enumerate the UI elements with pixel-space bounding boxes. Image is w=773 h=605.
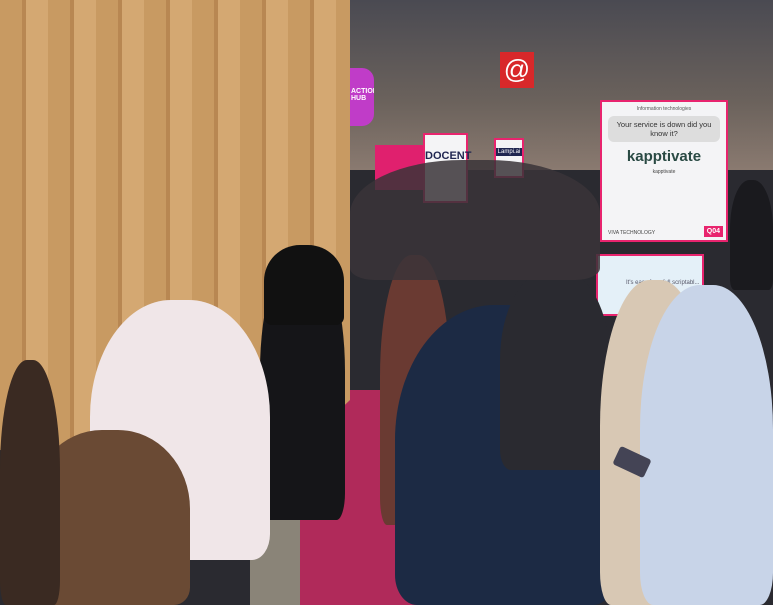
sign-brand: kapptivate [626,148,702,165]
spiral-logo-sign: @ [500,52,534,88]
lampi-label: Lampi.ai [496,148,522,156]
sign-name: kapptivate [652,169,676,175]
person-behind [264,245,344,325]
sign-message: Your service is down did you know it? [608,116,720,142]
person-checked-shirt [640,285,773,605]
action-hub-sign: ACTION HUB [349,68,374,126]
booth-number: Q04 [703,226,723,237]
person-headphones [500,270,610,470]
kapptivate-sign: Information technologies Your service is… [600,100,728,242]
sign-fair: VIVA TECHNOLOGY [608,230,656,236]
person-background-right [730,180,773,290]
crowd-background [350,160,600,280]
person-left-edge [0,360,60,605]
sign-category: Information technologies [636,106,692,112]
